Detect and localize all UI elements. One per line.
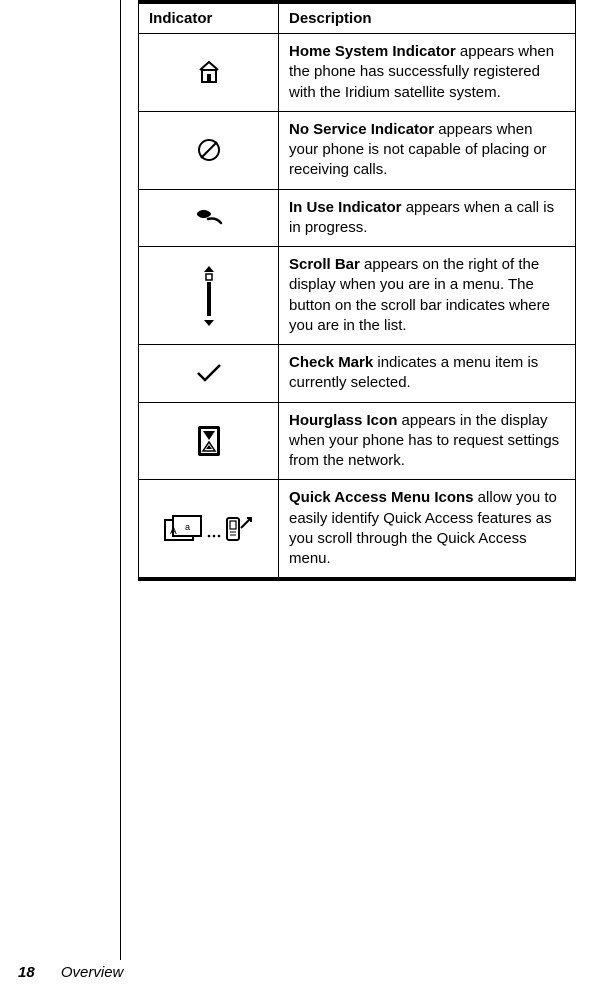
description-bold: No Service Indicator xyxy=(289,121,434,138)
in-use-indicator-icon xyxy=(194,209,224,226)
table-row: Home System Indicator appears when the p… xyxy=(139,34,576,112)
scroll-bar-icon xyxy=(202,286,216,303)
description-bold: Hourglass Icon xyxy=(289,412,397,429)
indicator-table: Indicator Description Home System Indi xyxy=(138,0,576,581)
description-cell: Check Mark indicates a menu item is curr… xyxy=(279,345,576,403)
description-bold: Quick Access Menu Icons xyxy=(289,489,474,506)
header-indicator: Indicator xyxy=(139,2,279,34)
description-bold: Scroll Bar xyxy=(289,256,360,273)
check-mark-icon xyxy=(196,364,222,381)
description-cell: No Service Indicator appears when your p… xyxy=(279,111,576,189)
home-system-indicator-icon xyxy=(196,63,222,80)
description-cell: Quick Access Menu Icons allow you to eas… xyxy=(279,480,576,580)
no-service-indicator-icon xyxy=(195,141,223,158)
hourglass-icon xyxy=(197,432,221,449)
table-row: Scroll Bar appears on the right of the d… xyxy=(139,247,576,345)
description-cell: In Use Indicator appears when a call is … xyxy=(279,189,576,247)
table-row: Hourglass Icon appears in the display wh… xyxy=(139,402,576,480)
table-row: A a xyxy=(139,480,576,580)
description-cell: Hourglass Icon appears in the display wh… xyxy=(279,402,576,480)
left-margin-rule xyxy=(120,0,121,960)
description-bold: Check Mark xyxy=(289,354,373,371)
page-number: 18 xyxy=(18,964,35,981)
section-title: Overview xyxy=(61,964,124,981)
description-cell: Home System Indicator appears when the p… xyxy=(279,34,576,112)
table-row: Check Mark indicates a menu item is curr… xyxy=(139,345,576,403)
table-row: In Use Indicator appears when a call is … xyxy=(139,189,576,247)
header-description: Description xyxy=(279,2,576,34)
svg-text:A: A xyxy=(170,526,177,537)
description-bold: Home System Indicator xyxy=(289,43,456,60)
quick-access-menu-icons-icon: A a xyxy=(163,520,255,537)
page-footer: 18 Overview xyxy=(18,964,123,981)
svg-text:a: a xyxy=(185,522,190,532)
description-bold: In Use Indicator xyxy=(289,199,402,216)
description-cell: Scroll Bar appears on the right of the d… xyxy=(279,247,576,345)
table-row: No Service Indicator appears when your p… xyxy=(139,111,576,189)
